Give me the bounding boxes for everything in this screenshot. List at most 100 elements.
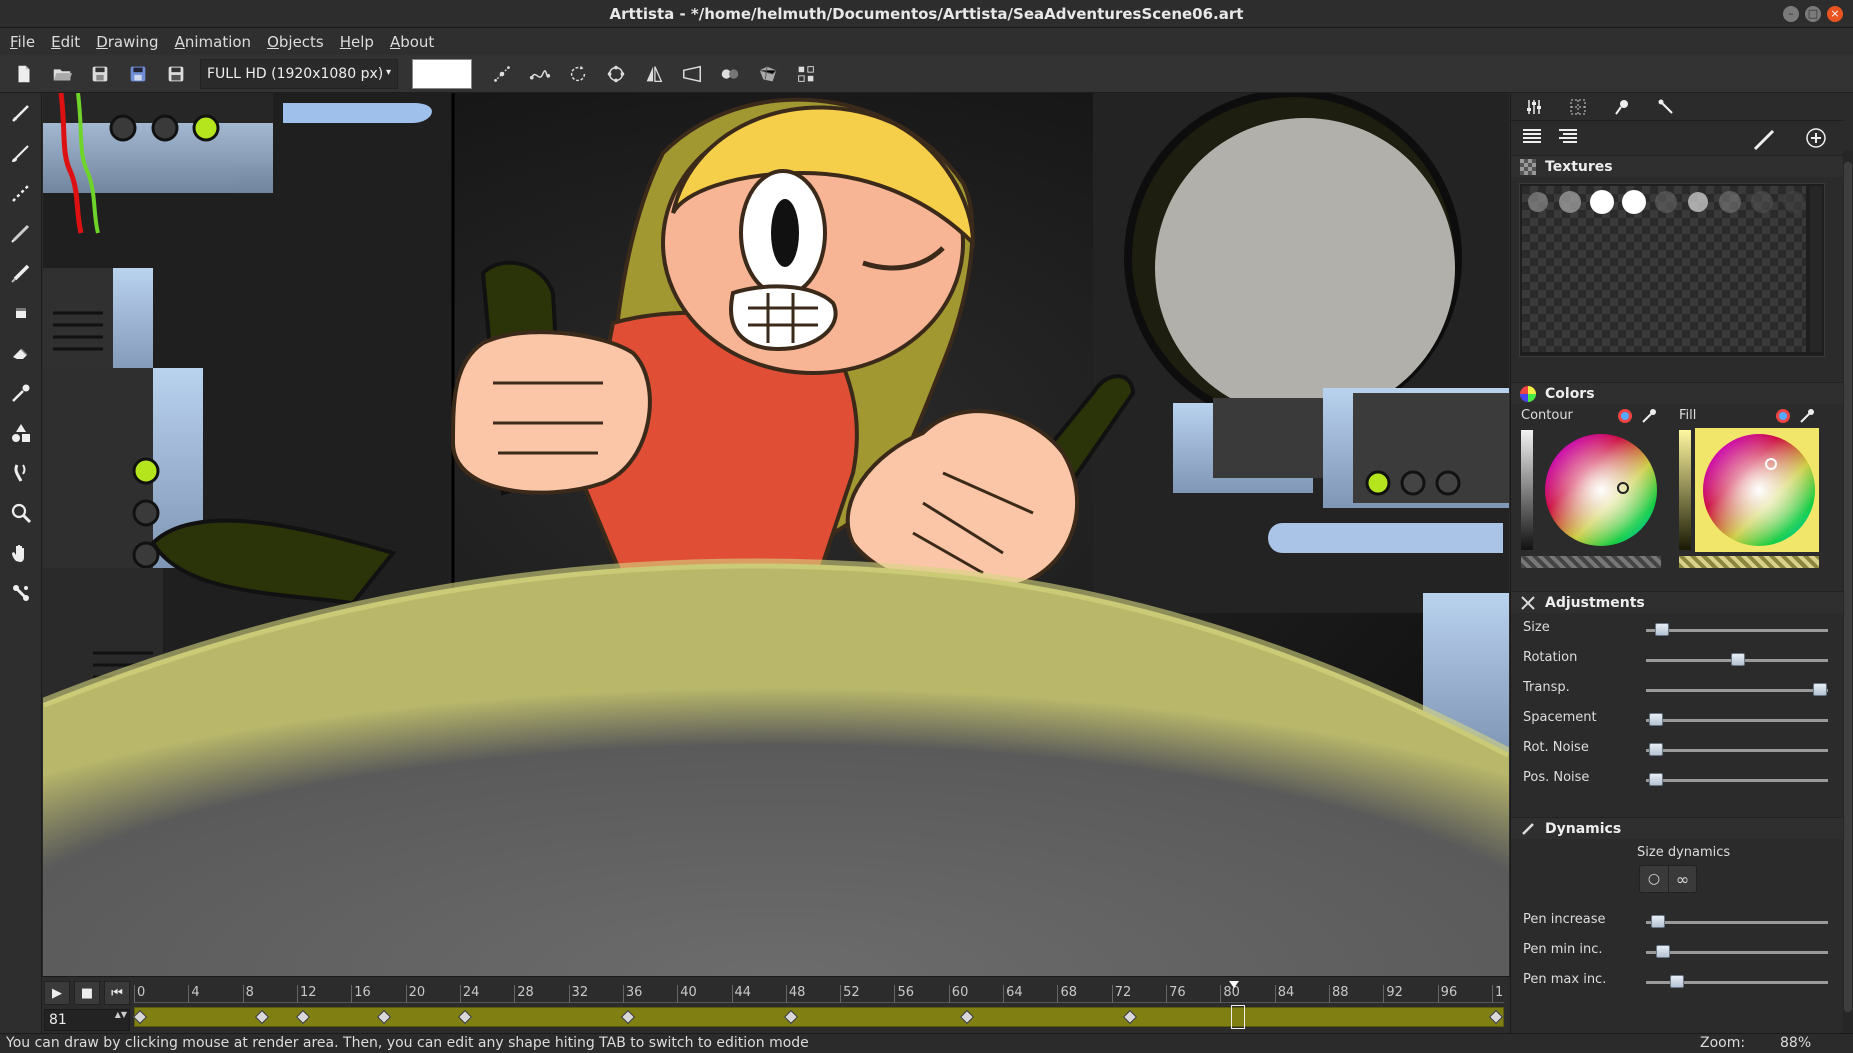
keyframe-marker[interactable] <box>783 1009 798 1025</box>
menu-objects[interactable]: Objects <box>267 33 324 51</box>
select-points-button[interactable] <box>486 59 518 89</box>
tab-brush-settings[interactable] <box>1523 96 1545 118</box>
align-button[interactable] <box>790 59 822 89</box>
brush-preset-button[interactable] <box>1751 127 1777 157</box>
dynamics-pressure-button[interactable]: ○ <box>1640 866 1668 892</box>
slider-track[interactable] <box>1646 921 1828 924</box>
texture-noise-4[interactable] <box>1778 186 1810 218</box>
slider-handle[interactable] <box>1649 743 1664 756</box>
eyedropper-icon[interactable] <box>1799 408 1815 424</box>
textures-header[interactable]: Textures <box>1511 155 1843 177</box>
texture-noise-3[interactable] <box>1746 186 1778 218</box>
slider-handle[interactable] <box>1669 975 1684 988</box>
tool-marker[interactable] <box>0 253 42 293</box>
slider-track[interactable] <box>1646 629 1828 632</box>
texture-noise-2[interactable] <box>1714 186 1746 218</box>
tool-eraser[interactable] <box>0 333 42 373</box>
minimize-button[interactable]: – <box>1783 6 1799 22</box>
colors-header[interactable]: Colors <box>1511 382 1843 404</box>
open-file-button[interactable] <box>46 59 78 89</box>
slider-handle[interactable] <box>1656 945 1671 958</box>
add-brush-button[interactable] <box>1805 127 1827 157</box>
tool-rect-fill[interactable] <box>0 293 42 333</box>
tab-grid[interactable] <box>1567 96 1589 118</box>
keyframe-marker[interactable] <box>132 1009 148 1025</box>
slider-handle[interactable] <box>1649 713 1664 726</box>
tool-smudge[interactable] <box>0 453 42 493</box>
save-as-button[interactable] <box>122 59 154 89</box>
tool-pencil[interactable] <box>0 93 42 133</box>
menu-about[interactable]: About <box>390 33 434 51</box>
tool-dotted-line[interactable] <box>0 173 42 213</box>
texture-soft-2[interactable] <box>1554 186 1586 218</box>
playhead-marker[interactable] <box>1228 981 1239 988</box>
slider-handle[interactable] <box>1654 623 1669 636</box>
boolean-ops-button[interactable] <box>714 59 746 89</box>
detail-view-button[interactable] <box>1557 127 1579 149</box>
keyframe-marker[interactable] <box>621 1009 636 1025</box>
tool-bones[interactable] <box>0 573 42 613</box>
textures-scrollbar[interactable] <box>1810 186 1822 352</box>
slider-track[interactable] <box>1646 749 1828 752</box>
tool-zoom[interactable] <box>0 493 42 533</box>
texture-hard-2[interactable] <box>1618 186 1650 218</box>
slider-handle[interactable] <box>1731 653 1745 666</box>
slider-handle[interactable] <box>1651 915 1666 928</box>
mesh-deform-button[interactable] <box>752 59 784 89</box>
slider-handle[interactable] <box>1812 683 1827 696</box>
keyframe-marker[interactable] <box>1488 1009 1504 1025</box>
tool-brush[interactable] <box>0 133 42 173</box>
current-frame-spinbox[interactable]: 81 ▲▼ <box>44 1009 130 1031</box>
maximize-button[interactable]: □ <box>1805 6 1821 22</box>
close-button[interactable]: × <box>1827 6 1843 22</box>
keyframe-track[interactable] <box>132 1005 1504 1029</box>
list-view-button[interactable] <box>1521 127 1543 149</box>
slider-track[interactable] <box>1646 951 1828 954</box>
tool-eyedropper[interactable] <box>0 373 42 413</box>
stop-button[interactable]: ■ <box>74 981 100 1005</box>
slider-handle[interactable] <box>1649 773 1664 786</box>
menu-help[interactable]: Help <box>340 33 374 51</box>
contour-color-wheel[interactable] <box>1541 430 1661 550</box>
texture-splatter[interactable] <box>1682 186 1714 218</box>
fill-color-wheel[interactable] <box>1699 430 1819 550</box>
menu-animation[interactable]: Animation <box>175 33 251 51</box>
export-button[interactable] <box>160 59 192 89</box>
menu-drawing[interactable]: Drawing <box>96 33 158 51</box>
eyedropper-icon[interactable] <box>1641 408 1657 424</box>
contour-alpha-bar[interactable] <box>1521 556 1661 568</box>
dynamics-infinite-button[interactable]: ∞ <box>1668 866 1696 892</box>
resolution-select[interactable]: FULL HD (1920x1080 px) ▾ <box>200 58 398 89</box>
tool-ink-pen[interactable] <box>0 213 42 253</box>
adjustments-header[interactable]: Adjustments <box>1511 591 1843 613</box>
tool-pan[interactable] <box>0 533 42 573</box>
menu-file[interactable]: File <box>10 33 35 51</box>
tool-shapes[interactable] <box>0 413 42 453</box>
keyframe-marker[interactable] <box>960 1009 975 1025</box>
panel-scrollbar[interactable] <box>1843 150 1853 1033</box>
keyframe-marker[interactable] <box>295 1009 310 1025</box>
slider-track[interactable] <box>1646 779 1828 782</box>
fill-lightness-slider[interactable] <box>1679 430 1691 550</box>
rotate-button[interactable] <box>562 59 594 89</box>
circle-transform-button[interactable] <box>600 59 632 89</box>
rewind-button[interactable]: ⏮ <box>104 981 130 1005</box>
menu-edit[interactable]: Edit <box>51 33 80 51</box>
fill-alpha-bar[interactable] <box>1679 556 1819 568</box>
slider-track[interactable] <box>1646 689 1828 692</box>
texture-noise-1[interactable] <box>1650 186 1682 218</box>
tab-pin[interactable] <box>1611 96 1633 118</box>
flip-horizontal-button[interactable] <box>638 59 670 89</box>
frame-ruler[interactable]: 0 4 8 12 16 20 24 28 32 36 40 44 48 52 56 60 64 68 72 76 80 8… <box>134 981 1504 1003</box>
dynamics-header[interactable]: Dynamics <box>1511 817 1843 839</box>
texture-hard-1[interactable] <box>1586 186 1618 218</box>
background-color-swatch[interactable] <box>412 58 472 89</box>
keyframe-marker[interactable] <box>1122 1009 1137 1025</box>
perspective-button[interactable] <box>676 59 708 89</box>
palette-icon[interactable] <box>1775 408 1791 424</box>
keyframe-marker[interactable] <box>377 1009 392 1025</box>
new-file-button[interactable] <box>8 59 40 89</box>
contour-lightness-slider[interactable] <box>1521 430 1533 550</box>
textures-list[interactable] <box>1519 183 1825 357</box>
play-button[interactable]: ▶ <box>44 981 70 1005</box>
